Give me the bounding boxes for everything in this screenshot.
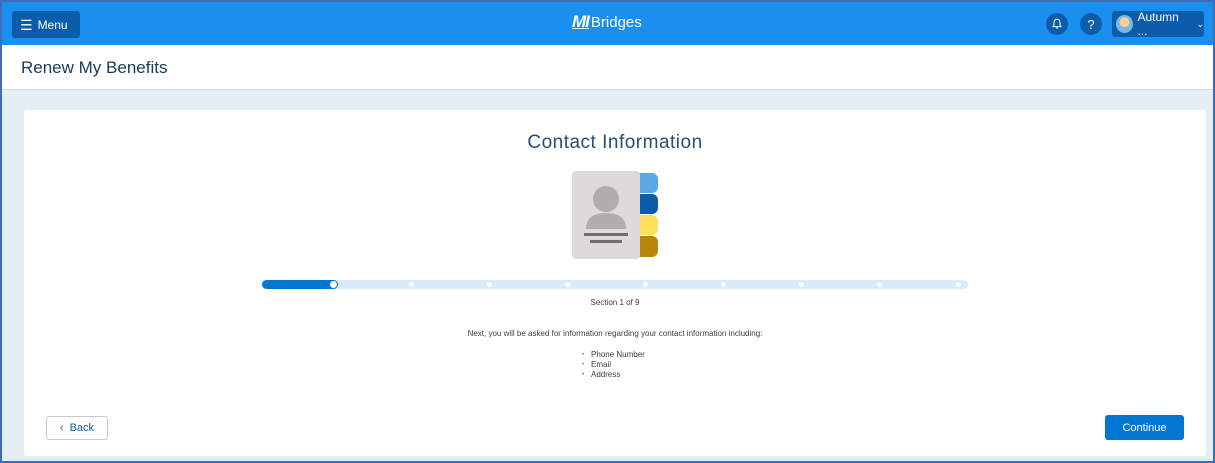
- menu-button[interactable]: ☰ Menu: [12, 11, 80, 38]
- app-frame: ☰ Menu MI Bridges ? Autumn ... ⌄ Renew M…: [0, 0, 1215, 463]
- page-header: Renew My Benefits: [2, 45, 1213, 90]
- back-button[interactable]: ‹ Back: [46, 416, 108, 440]
- progress-step: [799, 282, 805, 287]
- mi-bridges-logo[interactable]: MI Bridges: [572, 12, 642, 32]
- progress-step: [877, 282, 883, 287]
- back-label: Back: [69, 422, 95, 434]
- contact-book-icon: [572, 171, 658, 259]
- progress-step: [955, 282, 961, 287]
- progress-step: [721, 282, 727, 287]
- progress-step: [564, 282, 570, 287]
- list-item: Email: [582, 360, 645, 370]
- hamburger-icon: ☰: [20, 16, 33, 33]
- help-button[interactable]: ?: [1080, 13, 1102, 35]
- logo-mark: MI: [572, 12, 590, 31]
- section-intro-text: Next, you will be asked for information …: [467, 329, 763, 338]
- contact-items-list: Phone Number Email Address: [582, 350, 645, 380]
- section-title: Contact Information: [527, 132, 703, 153]
- progress-step-current: [329, 281, 337, 288]
- continue-button[interactable]: Continue: [1105, 415, 1184, 440]
- chevron-down-icon: ⌄: [1196, 18, 1204, 29]
- chevron-left-icon: ‹: [59, 422, 64, 434]
- list-item: Phone Number: [582, 350, 645, 360]
- section-intro-card: Contact Information Section 1 of 9 Next,…: [24, 110, 1206, 456]
- user-name: Autumn ...: [1137, 10, 1179, 38]
- progress-step: [486, 282, 492, 287]
- progress-step: [643, 282, 648, 287]
- continue-label: Continue: [1122, 421, 1167, 434]
- logo-name: Bridges: [590, 13, 642, 31]
- section-progress-bar: [262, 280, 968, 289]
- help-icon: ?: [1087, 16, 1095, 32]
- bell-icon: [1051, 18, 1063, 29]
- section-counter: Section 1 of 9: [590, 298, 640, 307]
- list-item: Address: [582, 370, 645, 380]
- top-navigation-bar: ☰ Menu MI Bridges ? Autumn ... ⌄: [2, 2, 1213, 45]
- user-menu-button[interactable]: Autumn ... ⌄: [1112, 10, 1204, 38]
- menu-label: Menu: [37, 17, 68, 32]
- page-title: Renew My Benefits: [21, 58, 168, 77]
- notifications-button[interactable]: [1046, 13, 1068, 35]
- progress-fill: [262, 280, 337, 289]
- avatar: [1116, 15, 1134, 33]
- progress-step: [408, 282, 414, 287]
